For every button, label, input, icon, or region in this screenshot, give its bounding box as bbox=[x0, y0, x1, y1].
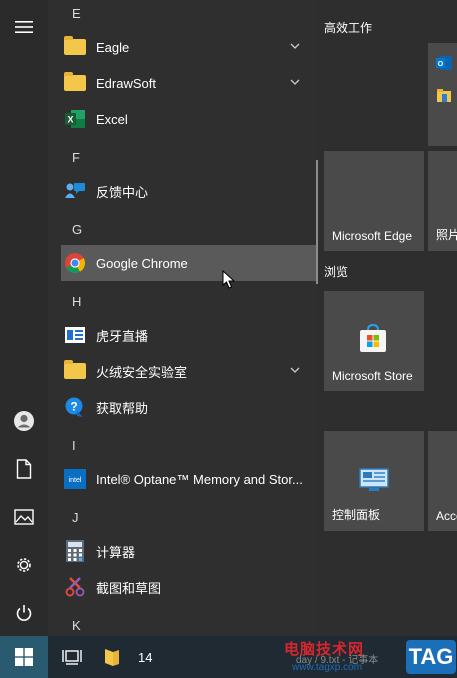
settings-button[interactable] bbox=[0, 543, 48, 587]
account-button[interactable] bbox=[0, 399, 48, 443]
svg-text:?: ? bbox=[70, 400, 77, 414]
folder-icon bbox=[64, 72, 86, 93]
app-huya[interactable]: 虎牙直播 bbox=[48, 317, 310, 353]
app-feedback-hub[interactable]: 反馈中心 bbox=[48, 173, 310, 209]
letter-header-f[interactable]: F bbox=[72, 150, 80, 165]
hamburger-icon bbox=[15, 21, 33, 33]
app-calculator[interactable]: 计算器 bbox=[48, 533, 310, 569]
app-label: Excel bbox=[96, 111, 128, 127]
taskbar-folder-label: 14 bbox=[138, 649, 153, 665]
app-get-help[interactable]: ? 获取帮助 bbox=[48, 389, 310, 425]
feedback-hub-icon bbox=[64, 181, 86, 201]
tile-microsoft-edge[interactable]: Microsoft Edge bbox=[324, 151, 424, 251]
control-panel-icon bbox=[359, 468, 389, 491]
chevron-down-icon bbox=[290, 79, 300, 85]
letter-header-h[interactable]: H bbox=[72, 294, 81, 309]
user-avatar-icon bbox=[14, 411, 34, 431]
chevron-down-icon bbox=[290, 43, 300, 49]
tile-label: 照片 bbox=[436, 228, 457, 242]
excel-icon: X bbox=[64, 109, 86, 129]
svg-text:intel: intel bbox=[69, 477, 82, 484]
power-button[interactable] bbox=[0, 591, 48, 635]
app-label: 计算器 bbox=[96, 544, 136, 560]
chevron-down-icon bbox=[290, 367, 300, 373]
site-watermark: 电脑技术网 day / 9.txt - 记事本 www.tagxp.com TA… bbox=[270, 638, 457, 678]
letter-header-g[interactable]: G bbox=[72, 222, 82, 237]
snip-sketch-icon bbox=[64, 577, 86, 597]
tile-photos[interactable]: 照片 bbox=[428, 151, 457, 251]
app-google-chrome[interactable]: Google Chrome bbox=[61, 245, 354, 281]
tile-microsoft-store[interactable]: Microsoft Store bbox=[324, 291, 424, 391]
app-label: Google Chrome bbox=[96, 255, 188, 271]
outlook-icon: O bbox=[436, 56, 452, 70]
app-list[interactable]: E Eagle EdrawSoft X Excel F 反馈中心 G Googl… bbox=[48, 0, 354, 636]
task-view-button[interactable] bbox=[52, 636, 92, 678]
letter-header-k[interactable]: K bbox=[72, 618, 81, 633]
app-edrawsoft[interactable]: EdrawSoft bbox=[48, 65, 310, 101]
documents-button[interactable] bbox=[0, 447, 48, 491]
tile-label: 控制面板 bbox=[332, 508, 381, 522]
watermark-url: www.tagxp.com bbox=[292, 662, 363, 673]
app-label: Eagle bbox=[96, 39, 130, 55]
letter-header-j[interactable]: J bbox=[72, 510, 79, 525]
app-label: 反馈中心 bbox=[96, 184, 149, 200]
app-label: 获取帮助 bbox=[96, 400, 149, 416]
huya-icon bbox=[64, 325, 86, 345]
windows-logo-icon bbox=[15, 648, 33, 666]
app-intel-optane[interactable]: intel Intel® Optane™ Memory and Stor... bbox=[48, 461, 310, 497]
app-label: 火绒安全实验室 bbox=[96, 364, 188, 380]
get-help-icon: ? bbox=[64, 397, 86, 417]
app-label: EdrawSoft bbox=[96, 75, 156, 91]
chrome-icon bbox=[64, 253, 86, 273]
start-menu-left-rail bbox=[0, 0, 48, 636]
taskbar-folder-item[interactable]: 14 bbox=[104, 636, 164, 678]
gear-icon bbox=[17, 558, 31, 572]
start-button[interactable] bbox=[0, 636, 48, 678]
app-eagle[interactable]: Eagle bbox=[48, 29, 310, 65]
tiles-panel: 高效工作 O Microsoft Edge 照片 浏览 Microsoft St… bbox=[318, 0, 457, 636]
tile-label: Acce bbox=[436, 509, 457, 523]
app-huorong[interactable]: 火绒安全实验室 bbox=[48, 353, 310, 389]
tile-group-title[interactable]: 浏览 bbox=[324, 263, 348, 280]
power-icon bbox=[16, 605, 32, 621]
folder-icon bbox=[105, 649, 119, 666]
tile-label: Microsoft Edge bbox=[332, 229, 413, 243]
tile-office-apps[interactable]: O bbox=[428, 43, 457, 146]
svg-text:X: X bbox=[67, 115, 73, 125]
tile-accessories[interactable]: Acce bbox=[428, 431, 457, 531]
svg-text:O: O bbox=[438, 61, 444, 68]
app-snip-sketch[interactable]: 截图和草图 bbox=[48, 569, 310, 605]
watermark-tag-logo: TAG bbox=[406, 640, 456, 674]
tile-control-panel[interactable]: 控制面板 bbox=[324, 431, 424, 531]
folder-icon bbox=[64, 36, 86, 57]
document-icon bbox=[16, 459, 32, 479]
task-view-icon bbox=[62, 650, 82, 665]
file-explorer-icon bbox=[437, 89, 451, 102]
letter-header-e[interactable]: E bbox=[72, 6, 81, 21]
intel-icon: intel bbox=[64, 469, 86, 489]
tile-label: Microsoft Store bbox=[332, 369, 413, 383]
store-icon bbox=[360, 323, 386, 352]
calculator-icon bbox=[64, 540, 86, 562]
picture-icon bbox=[14, 509, 34, 525]
app-label: Intel® Optane™ Memory and Stor... bbox=[96, 471, 303, 487]
expand-menu-button[interactable] bbox=[0, 5, 48, 49]
app-label: 截图和草图 bbox=[96, 580, 162, 596]
mouse-cursor-icon bbox=[222, 270, 236, 289]
tile-group-title[interactable]: 高效工作 bbox=[324, 19, 372, 36]
folder-icon bbox=[64, 360, 86, 381]
letter-header-i[interactable]: I bbox=[72, 438, 76, 453]
pictures-button[interactable] bbox=[0, 495, 48, 539]
app-excel[interactable]: X Excel bbox=[48, 101, 310, 137]
app-label: 虎牙直播 bbox=[96, 328, 149, 344]
